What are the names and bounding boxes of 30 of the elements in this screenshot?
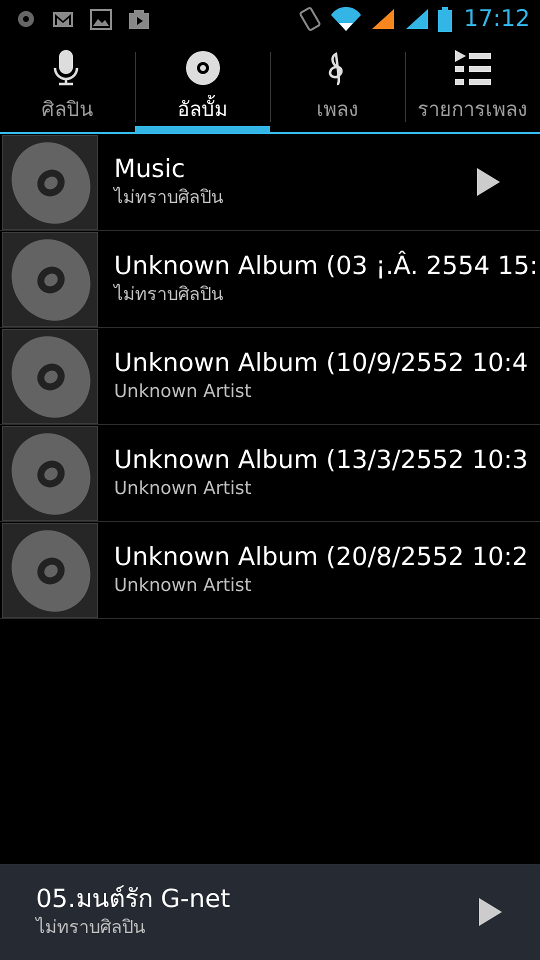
artist-name: Unknown Artist <box>114 476 252 500</box>
mail-icon <box>52 9 74 29</box>
tab[interactable]: อัลบั้ม <box>135 38 270 132</box>
album-title: Unknown Album (13/3/2552 10:3 <box>114 444 530 474</box>
album-title: Unknown Album (10/9/2552 10:4 <box>114 348 530 378</box>
signal-icon <box>370 7 396 31</box>
album-title: Unknown Album (20/8/2552 10:2 <box>114 542 530 572</box>
image-icon <box>90 8 112 30</box>
signal-icon <box>404 7 430 31</box>
tab[interactable]: ศิลปิน <box>0 38 135 132</box>
disc-icon <box>184 50 220 86</box>
battery-icon <box>438 6 452 32</box>
artist-name: ไม่ทราบศิลปิน <box>36 916 146 940</box>
playlist-icon <box>454 50 490 86</box>
disc-icon <box>16 9 36 29</box>
artist-name: ไม่ทราบศิลปิน <box>114 282 224 306</box>
wifi-icon <box>330 6 362 32</box>
clock-time: 17:12 <box>464 4 530 34</box>
play-icon <box>478 897 504 927</box>
album-title: Music <box>114 154 186 184</box>
vibrate-icon <box>298 6 322 32</box>
artist-name: ไม่ทราบศิลปิน <box>114 186 224 210</box>
shopping-bag-icon <box>128 8 150 30</box>
play-button[interactable] <box>478 897 504 927</box>
song-title: 05.มนต์รัก G-net <box>36 884 232 914</box>
artist-name: Unknown Artist <box>114 574 252 598</box>
album-title: Unknown Album (03 ¡.Â. 2554 15: <box>114 250 539 280</box>
tab[interactable]: รายการเพลง <box>405 38 540 132</box>
tab[interactable]: เพลง <box>270 38 405 132</box>
artist-name: Unknown Artist <box>114 380 252 404</box>
